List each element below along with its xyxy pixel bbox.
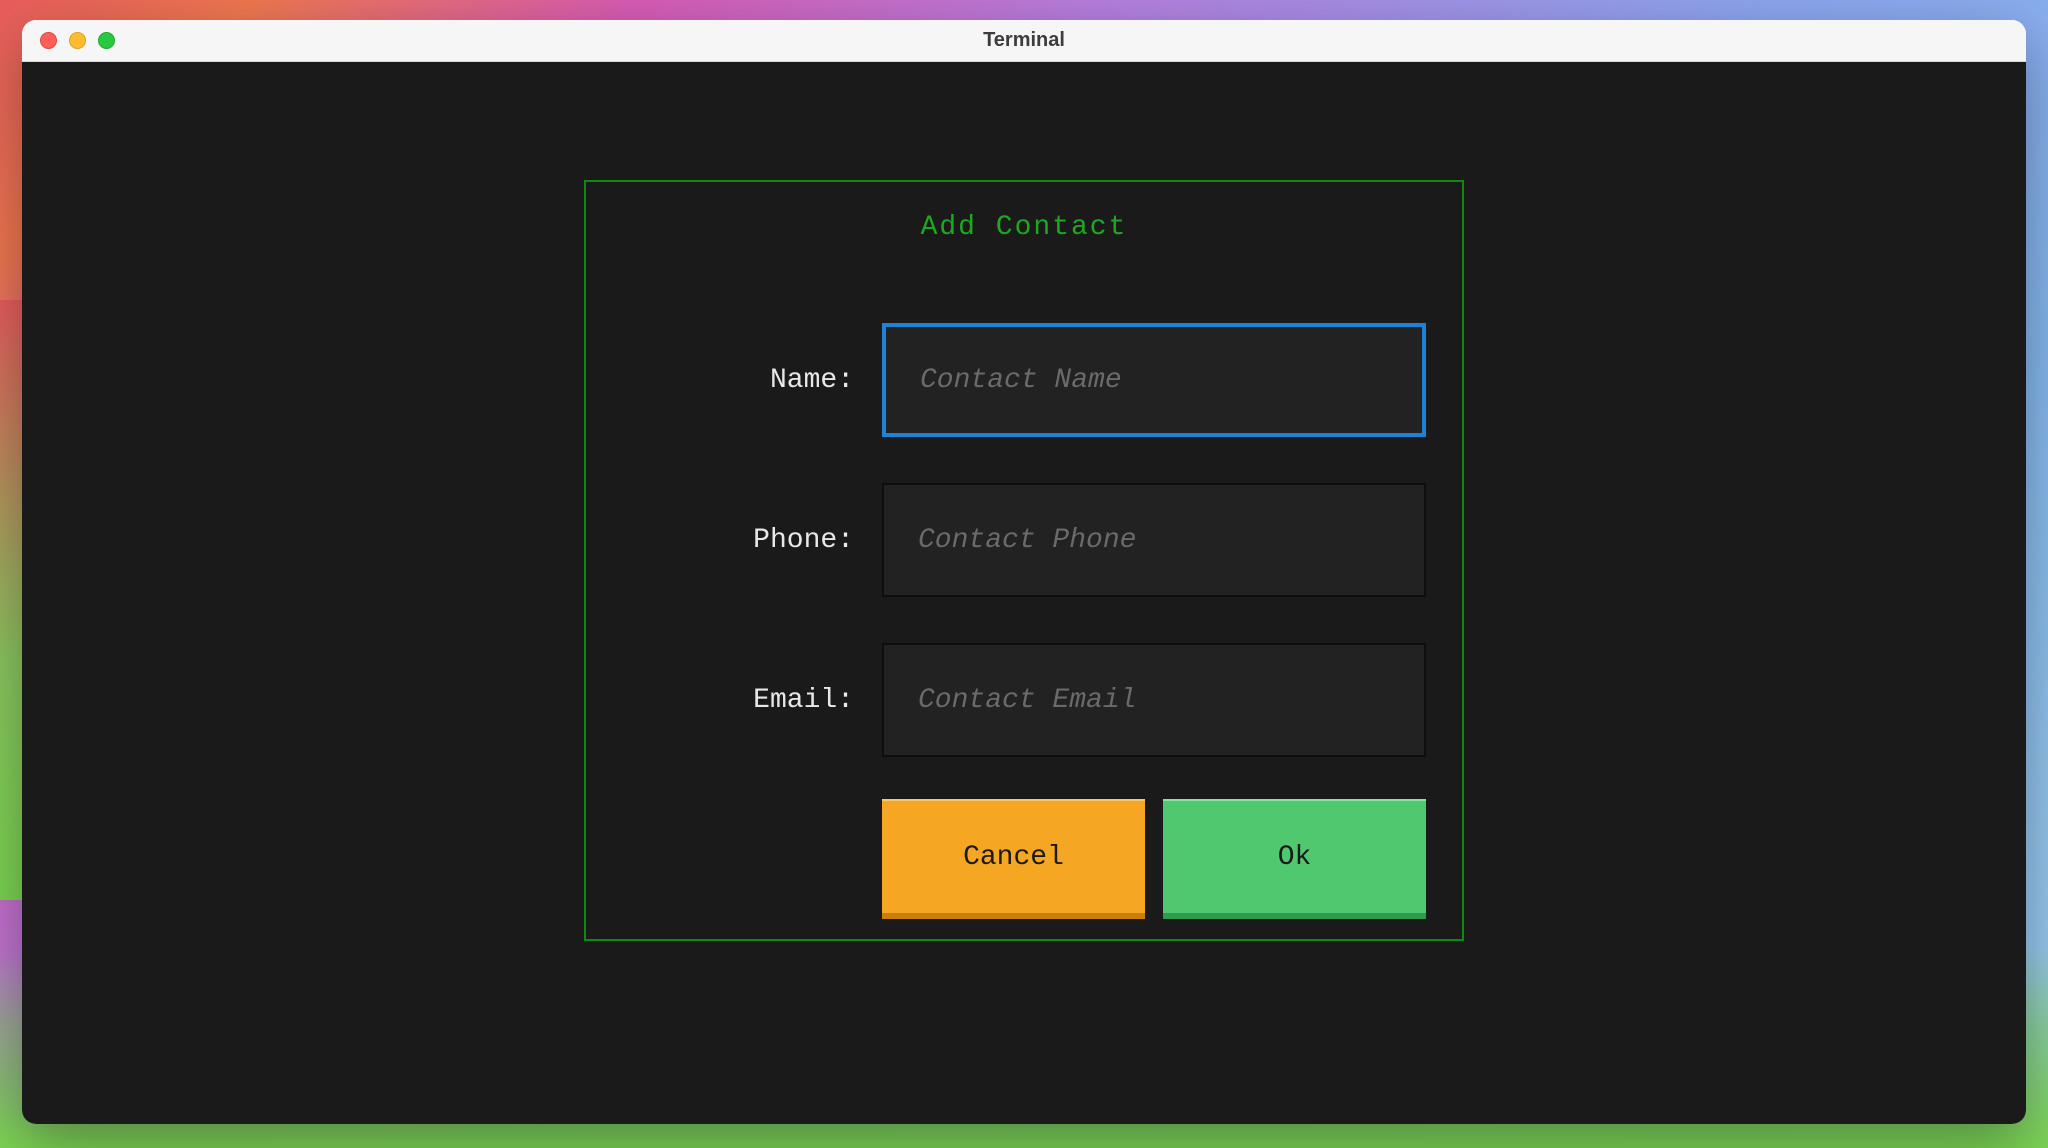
- email-label: Email:: [622, 685, 882, 716]
- add-contact-dialog: Add Contact Name: Phone: Email: Cancel O…: [584, 180, 1464, 941]
- window-maximize-button[interactable]: [98, 32, 115, 49]
- dialog-title: Add Contact: [622, 212, 1426, 243]
- ok-button[interactable]: Ok: [1163, 799, 1426, 919]
- traffic-lights: [22, 32, 115, 49]
- window-close-button[interactable]: [40, 32, 57, 49]
- window-minimize-button[interactable]: [69, 32, 86, 49]
- window-titlebar[interactable]: Terminal: [22, 20, 2026, 62]
- email-row: Email:: [622, 643, 1426, 757]
- phone-input[interactable]: [882, 483, 1426, 597]
- window-title: Terminal: [22, 29, 2026, 52]
- dialog-button-row: Cancel Ok: [882, 799, 1426, 919]
- name-input[interactable]: [882, 323, 1426, 437]
- cancel-button[interactable]: Cancel: [882, 799, 1145, 919]
- phone-row: Phone:: [622, 483, 1426, 597]
- terminal-window: Terminal Add Contact Name: Phone: Email:…: [22, 20, 2026, 1124]
- email-input[interactable]: [882, 643, 1426, 757]
- name-label: Name:: [622, 365, 882, 396]
- phone-label: Phone:: [622, 525, 882, 556]
- name-row: Name:: [622, 323, 1426, 437]
- terminal-content: Add Contact Name: Phone: Email: Cancel O…: [22, 62, 2026, 1124]
